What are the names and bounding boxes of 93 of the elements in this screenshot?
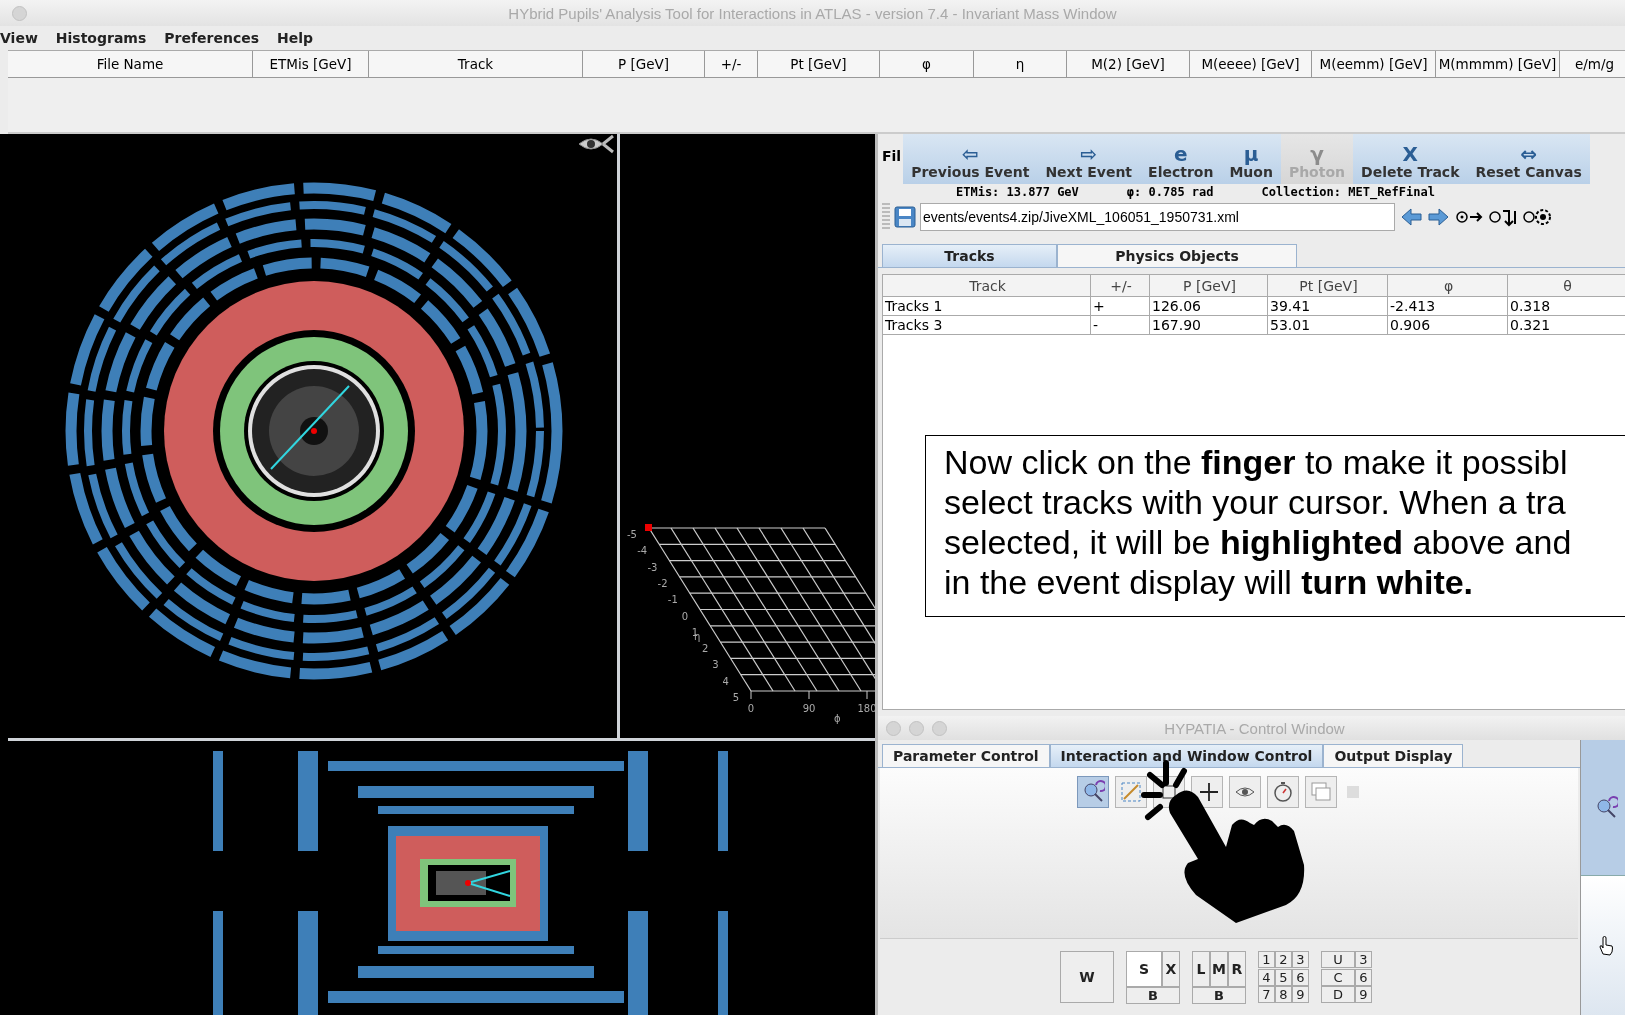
magnifier-icon [1081,780,1105,804]
column-header[interactable]: Pt [GeV] [1268,275,1388,297]
toolbar-button[interactable]: ⇔ Reset Canvas [1467,134,1590,184]
keypad-key[interactable]: 4 [1258,968,1275,986]
toolbar-button[interactable]: μ Muon [1221,134,1281,184]
keypad-key[interactable]: R [1228,951,1246,987]
column-header[interactable]: Track [883,275,1091,297]
rotate-icon[interactable] [1489,207,1519,227]
axis-tick-label: -5 [627,529,637,540]
keypad-key[interactable]: B [1126,987,1180,1004]
keypad-key[interactable]: U [1321,951,1355,968]
table-cell: + [1091,297,1150,316]
file-path-field[interactable]: events/events4.zip/JiveXML_106051_1950731.xml [920,203,1395,231]
axis-tick-label: 4 [722,675,729,687]
keypad-key[interactable]: W [1060,951,1114,1003]
axis-tick-label: 180 [857,703,875,714]
keypad-key[interactable]: 8 [1275,986,1292,1004]
table-cell: - [1091,316,1150,335]
axis-tick-label: 2 [702,643,709,655]
keypad-key[interactable]: 5 [1275,968,1292,986]
tab[interactable]: Physics Objects [1057,244,1297,267]
keypad-key[interactable]: 6 [1355,968,1372,986]
column-header[interactable]: φ [1388,275,1508,297]
menu-item[interactable]: Help [277,30,314,46]
drag-handle-icon[interactable] [882,203,890,231]
eye-icon[interactable] [577,134,615,154]
tab[interactable]: Tracks [882,244,1057,267]
keypad-key[interactable]: 2 [1275,951,1292,968]
table-cell: 0.321 [1508,316,1625,335]
keypad-key[interactable]: 6 [1292,968,1309,986]
table-cell: 0.318 [1508,297,1625,316]
keypad-key[interactable]: 9 [1292,986,1309,1004]
table-cell: -2.413 [1388,297,1508,316]
hand-cursor-icon [1598,936,1614,956]
axis-tick-label: 5 [732,692,739,703]
axis-tick-label: 3 [712,659,719,671]
menu-item[interactable]: Fil [878,134,904,184]
axis-label: ϕ [834,713,841,724]
info-text: φ: 0.785 rad [1126,184,1214,200]
table-cell: 167.90 [1150,316,1268,335]
windows-icon [1309,780,1333,804]
table-cell: 0.906 [1388,316,1508,335]
axis-tick-label: -2 [657,577,668,589]
toolbar-button[interactable]: e Electron [1140,134,1222,184]
window-title: HYbrid Pupils' Analysis Tool for Interactions in ATLAS - version 7.4 - Invariant Mass Window [507,4,1118,22]
tab[interactable]: Interaction and Window Control [1049,744,1324,767]
window-title: HYPATIA - Control Window [1163,719,1346,737]
keypad-key[interactable]: 3 [1355,951,1372,968]
toolbar-button[interactable]: ⇦ Previous Event [903,134,1038,184]
menu-item[interactable]: Histograms [55,30,147,46]
tab[interactable]: Parameter Control [882,744,1050,767]
previous-next-icon[interactable] [1399,205,1451,229]
table-cell: Tracks 3 [883,316,1091,335]
table-cell: 126.06 [1150,297,1268,316]
axis-tick-label: -1 [667,594,678,606]
menu-item[interactable]: Preferences [164,30,260,46]
info-text: Collection: MET_RefFinal [1261,184,1435,200]
table-cell: 53.01 [1268,316,1388,335]
table-cell: 39.41 [1268,297,1388,316]
stopwatch-icon [1271,780,1295,804]
toolbar-button[interactable]: X Delete Track [1353,134,1468,184]
axis-tick-label: 0 [747,703,755,714]
keypad-key[interactable]: B [1192,987,1246,1004]
keypad-key[interactable]: 7 [1258,986,1275,1004]
table-cell: Tracks 1 [883,297,1091,316]
column-header[interactable]: θ [1508,275,1625,297]
menu-item[interactable]: View [0,30,38,46]
column-header[interactable]: +/- [1091,275,1150,297]
info-text: ETMis: 13.877 GeV [956,184,1079,200]
tool-button[interactable] [1267,776,1299,808]
keypad-key[interactable]: 3 [1292,951,1309,968]
save-icon[interactable] [894,206,916,228]
instruction-callout: Now click on the finger to make it possibl select tracks with your cursor. When a tra selected, it will be highlighted above and in the event display will turn white. [925,435,1625,617]
keypad-key[interactable]: 9 [1355,986,1372,1004]
axis-tick-label: 90 [802,703,816,714]
toolbar-handle-icon [1347,786,1359,798]
keypad-key[interactable]: M [1210,951,1228,987]
keypad-key[interactable]: C [1321,968,1355,986]
tab[interactable]: Output Display [1323,744,1464,767]
tool-button[interactable] [1115,776,1147,808]
axis-tick-label: 0 [681,610,688,622]
toolbar-button[interactable]: ⇨ Next Event [1037,134,1141,184]
keypad-key[interactable]: L [1192,951,1210,987]
keypad-key[interactable]: S [1126,951,1162,987]
axis-tick-label: -3 [647,561,658,573]
zoom-box-icon [1119,780,1143,804]
pick-icon[interactable] [1594,795,1618,820]
axis-tick-label: -4 [637,545,648,557]
keypad-key[interactable]: D [1321,986,1355,1004]
column-header[interactable]: P [GeV] [1150,275,1268,297]
gear-icon[interactable] [1523,206,1553,228]
keypad-key[interactable]: 1 [1258,951,1275,968]
keypad-key[interactable]: X [1162,951,1180,987]
